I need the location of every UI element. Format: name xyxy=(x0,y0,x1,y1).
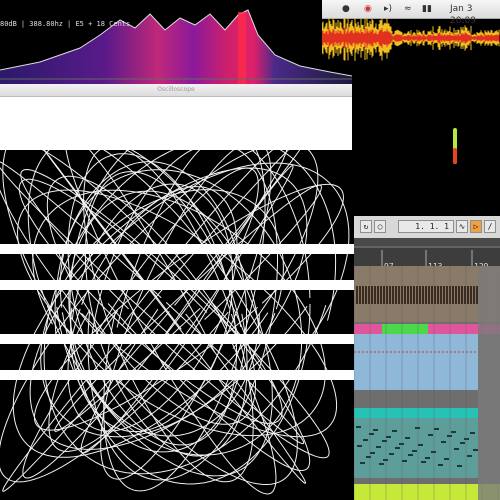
peak-marker xyxy=(238,12,246,84)
window-title[interactable]: Oscilloscope xyxy=(0,84,352,97)
apple-icon[interactable]: ● xyxy=(342,3,350,15)
daw-arrangement[interactable]: ↻ ○ 1. 1. 1 ∿ ▷ ∕ 97 113 129 xyxy=(354,216,500,500)
spectrum-readout: 80dB | 388.80hz | E5 + 18 Cents xyxy=(0,20,131,28)
spectrum-analyzer xyxy=(0,0,353,84)
oscilloscope-window[interactable]: Oscilloscope xyxy=(0,84,356,500)
frequency-readout: 388.80hz xyxy=(29,20,64,28)
menu-bar: ● ◉ ▸) ≈ ▮▮ Jan 3 20:09 xyxy=(322,0,500,26)
follow-icon[interactable]: ▷ xyxy=(470,220,482,233)
clips-canvas xyxy=(354,266,500,500)
pitch-readout: E5 + 18 Cents xyxy=(75,20,131,28)
transport-toolbar: ↻ ○ 1. 1. 1 ∿ ▷ ∕ xyxy=(354,216,500,239)
level-meter xyxy=(451,128,459,164)
scope-header-area xyxy=(0,96,352,150)
draw-mode-icon[interactable]: ∿ xyxy=(456,220,468,233)
track-lanes[interactable] xyxy=(354,266,500,500)
waveform-plot xyxy=(321,15,500,61)
loop-icon[interactable]: ↻ xyxy=(360,220,372,233)
spectrum-plot xyxy=(0,9,353,84)
record-icon[interactable]: ◉ xyxy=(364,3,372,15)
battery-icon[interactable]: ▮▮ xyxy=(422,3,432,15)
wifi-icon[interactable]: ≈ xyxy=(404,3,412,15)
volume-icon[interactable]: ▸) xyxy=(384,3,392,15)
level-readout: 80dB xyxy=(0,20,17,28)
automation-icon[interactable]: ∕ xyxy=(484,220,496,233)
song-position-field[interactable]: 1. 1. 1 xyxy=(398,220,454,233)
metronome-icon[interactable]: ○ xyxy=(374,220,386,233)
waveform-display xyxy=(321,15,500,72)
